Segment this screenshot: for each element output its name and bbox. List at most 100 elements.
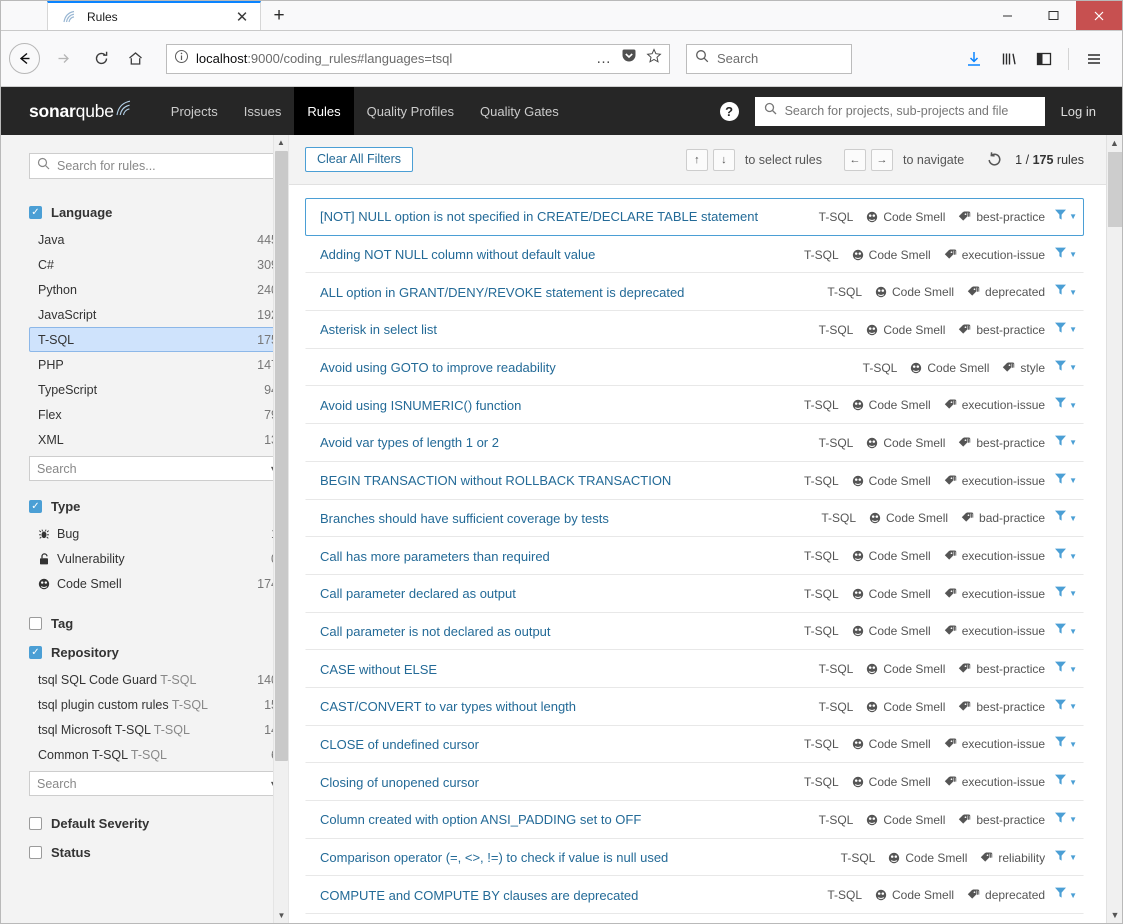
sonarqube-logo[interactable]: sonar qube (29, 100, 132, 122)
rule-name[interactable]: CLOSE of undefined cursor (320, 737, 479, 752)
facet-default-severity-header[interactable]: Default Severity (29, 816, 286, 831)
filter-icon[interactable] (1054, 698, 1067, 716)
downloads-icon[interactable] (957, 42, 990, 76)
facet-tag-header[interactable]: Tag (29, 616, 286, 631)
library-icon[interactable] (992, 42, 1025, 76)
rule-name[interactable]: Avoid var types of length 1 or 2 (320, 435, 499, 450)
minimize-button[interactable] (984, 1, 1030, 30)
reload-button[interactable] (84, 42, 118, 76)
rule-name[interactable]: Comparison operator (=, <>, !=) to check… (320, 850, 668, 865)
chevron-down-icon[interactable]: ▼ (1069, 552, 1077, 561)
rule-filter-button[interactable]: ▼ (1054, 434, 1077, 452)
rule-row[interactable]: CLOSE of undefined cursor T-SQL Code Smell… (305, 726, 1084, 764)
facet-item-java[interactable]: Java 445 (29, 227, 286, 252)
rule-name[interactable]: Asterisk in select list (320, 322, 437, 337)
facet-item-php[interactable]: PHP 147 (29, 352, 286, 377)
new-tab-button[interactable]: + (261, 1, 297, 30)
facet-item-tsql-plugin-custom-rules[interactable]: tsql plugin custom rules T-SQL 15 (29, 692, 286, 717)
filter-icon[interactable] (1054, 283, 1067, 301)
rule-filter-button[interactable]: ▼ (1054, 547, 1077, 565)
filter-icon[interactable] (1054, 585, 1067, 603)
rule-filter-button[interactable]: ▼ (1054, 283, 1077, 301)
home-button[interactable] (118, 42, 152, 76)
filter-icon[interactable] (1054, 811, 1067, 829)
facet-language-checkbox[interactable]: ✓ (29, 206, 42, 219)
filter-icon[interactable] (1054, 359, 1067, 377)
nav-item-issues[interactable]: Issues (231, 87, 295, 135)
facet-item-flex[interactable]: Flex 79 (29, 402, 286, 427)
facet-item-bug[interactable]: Bug 1 (29, 521, 286, 546)
rule-name[interactable]: Call has more parameters than required (320, 549, 550, 564)
nav-item-rules[interactable]: Rules (294, 87, 354, 135)
chevron-down-icon[interactable]: ▼ (1069, 665, 1077, 674)
rule-filter-button[interactable]: ▼ (1054, 811, 1077, 829)
rule-row[interactable]: Call parameter declared as output T-SQL Co… (305, 575, 1084, 613)
filter-icon[interactable] (1054, 660, 1067, 678)
filter-icon[interactable] (1054, 773, 1067, 791)
facet-item-tsql[interactable]: T-SQL 175 (29, 327, 286, 352)
facet-item-typescript[interactable]: TypeScript 94 (29, 377, 286, 402)
rule-row[interactable]: Avoid using GOTO to improve readability T… (305, 349, 1084, 387)
facet-item-tsql-microsoft-tsql[interactable]: tsql Microsoft T-SQL T-SQL 14 (29, 717, 286, 742)
maximize-button[interactable] (1030, 1, 1076, 30)
filter-icon[interactable] (1054, 849, 1067, 867)
clear-all-filters-button[interactable]: Clear All Filters (305, 147, 414, 172)
scroll-up-icon[interactable]: ▲ (274, 135, 288, 150)
rule-name[interactable]: CAST/CONVERT to var types without length (320, 699, 576, 714)
chevron-down-icon[interactable]: ▼ (1069, 212, 1077, 221)
language-facet-search-select[interactable]: Search ▼ (29, 456, 286, 481)
login-link[interactable]: Log in (1061, 104, 1096, 119)
chevron-down-icon[interactable]: ▼ (1069, 778, 1077, 787)
facet-item-vulnerability[interactable]: Vulnerability 0 (29, 546, 286, 571)
window-close-button[interactable] (1076, 1, 1122, 30)
facet-type-header[interactable]: ✓ Type (29, 499, 286, 514)
browser-search-bar[interactable]: Search (686, 43, 852, 74)
rule-row[interactable]: CASE without ELSE T-SQL Code Smell best-pra… (305, 650, 1084, 688)
rule-row[interactable]: Adding NOT NULL column without default v… (305, 236, 1084, 274)
chevron-down-icon[interactable]: ▼ (1069, 325, 1077, 334)
rule-row[interactable]: Avoid using ISNUMERIC() function T-SQL Cod… (305, 386, 1084, 425)
page-scrollbar[interactable]: ▲ ▼ (1106, 135, 1122, 923)
rule-filter-button[interactable]: ▼ (1054, 509, 1077, 527)
facet-repository-checkbox[interactable]: ✓ (29, 646, 42, 659)
filter-icon[interactable] (1054, 622, 1067, 640)
filter-icon[interactable] (1054, 472, 1067, 490)
facet-repository-header[interactable]: ✓ Repository (29, 645, 286, 660)
rule-name[interactable]: Branches should have sufficient coverage… (320, 511, 609, 526)
rule-name[interactable]: [NOT] NULL option is not specified in CR… (320, 209, 758, 224)
rule-name[interactable]: Call parameter declared as output (320, 586, 516, 601)
sidebar-toggle-icon[interactable] (1027, 42, 1060, 76)
forward-button[interactable] (46, 42, 80, 76)
nav-item-quality-gates[interactable]: Quality Gates (467, 87, 572, 135)
repository-facet-search-select[interactable]: Search ▼ (29, 771, 286, 796)
rule-name[interactable]: BEGIN TRANSACTION without ROLLBACK TRANS… (320, 473, 671, 488)
rule-row[interactable]: Asterisk in select list T-SQL Code Smell be… (305, 311, 1084, 349)
sidebar-scroll-thumb[interactable] (275, 151, 288, 761)
global-search-input[interactable]: Search for projects, sub-projects and fi… (754, 96, 1045, 126)
facet-item-code-smell[interactable]: Code Smell 174 (29, 571, 286, 596)
rule-filter-button[interactable]: ▼ (1054, 886, 1077, 904)
rule-filter-button[interactable]: ▼ (1054, 773, 1077, 791)
rule-row[interactable]: CAST/CONVERT to var types without length… (305, 688, 1084, 726)
rule-row[interactable]: Call parameter is not declared as output… (305, 613, 1084, 651)
sidebar-scrollbar[interactable]: ▲ ▼ (273, 135, 288, 923)
filter-icon[interactable] (1054, 735, 1067, 753)
rule-name[interactable]: Adding NOT NULL column without default v… (320, 247, 595, 262)
rule-name[interactable]: Avoid using GOTO to improve readability (320, 360, 556, 375)
tab-close-icon[interactable]: ✕ (232, 7, 252, 27)
url-text[interactable]: localhost:9000/coding_rules#languages=ts… (196, 51, 596, 66)
chevron-down-icon[interactable]: ▼ (1069, 853, 1077, 862)
rule-name[interactable]: CASE without ELSE (320, 662, 437, 677)
facet-item-tsql-sql-code-guard[interactable]: tsql SQL Code Guard T-SQL 140 (29, 667, 286, 692)
browser-tab[interactable]: Rules ✕ (47, 1, 261, 30)
chevron-down-icon[interactable]: ▼ (1069, 740, 1077, 749)
rule-filter-button[interactable]: ▼ (1054, 585, 1077, 603)
filter-icon[interactable] (1054, 509, 1067, 527)
filter-icon[interactable] (1054, 208, 1067, 226)
rule-filter-button[interactable]: ▼ (1054, 472, 1077, 490)
help-icon[interactable]: ? (719, 101, 739, 121)
facet-type-checkbox[interactable]: ✓ (29, 500, 42, 513)
rule-name[interactable]: Closing of unopened cursor (320, 775, 479, 790)
page-actions-icon[interactable]: … (596, 50, 612, 67)
filter-icon[interactable] (1054, 886, 1067, 904)
